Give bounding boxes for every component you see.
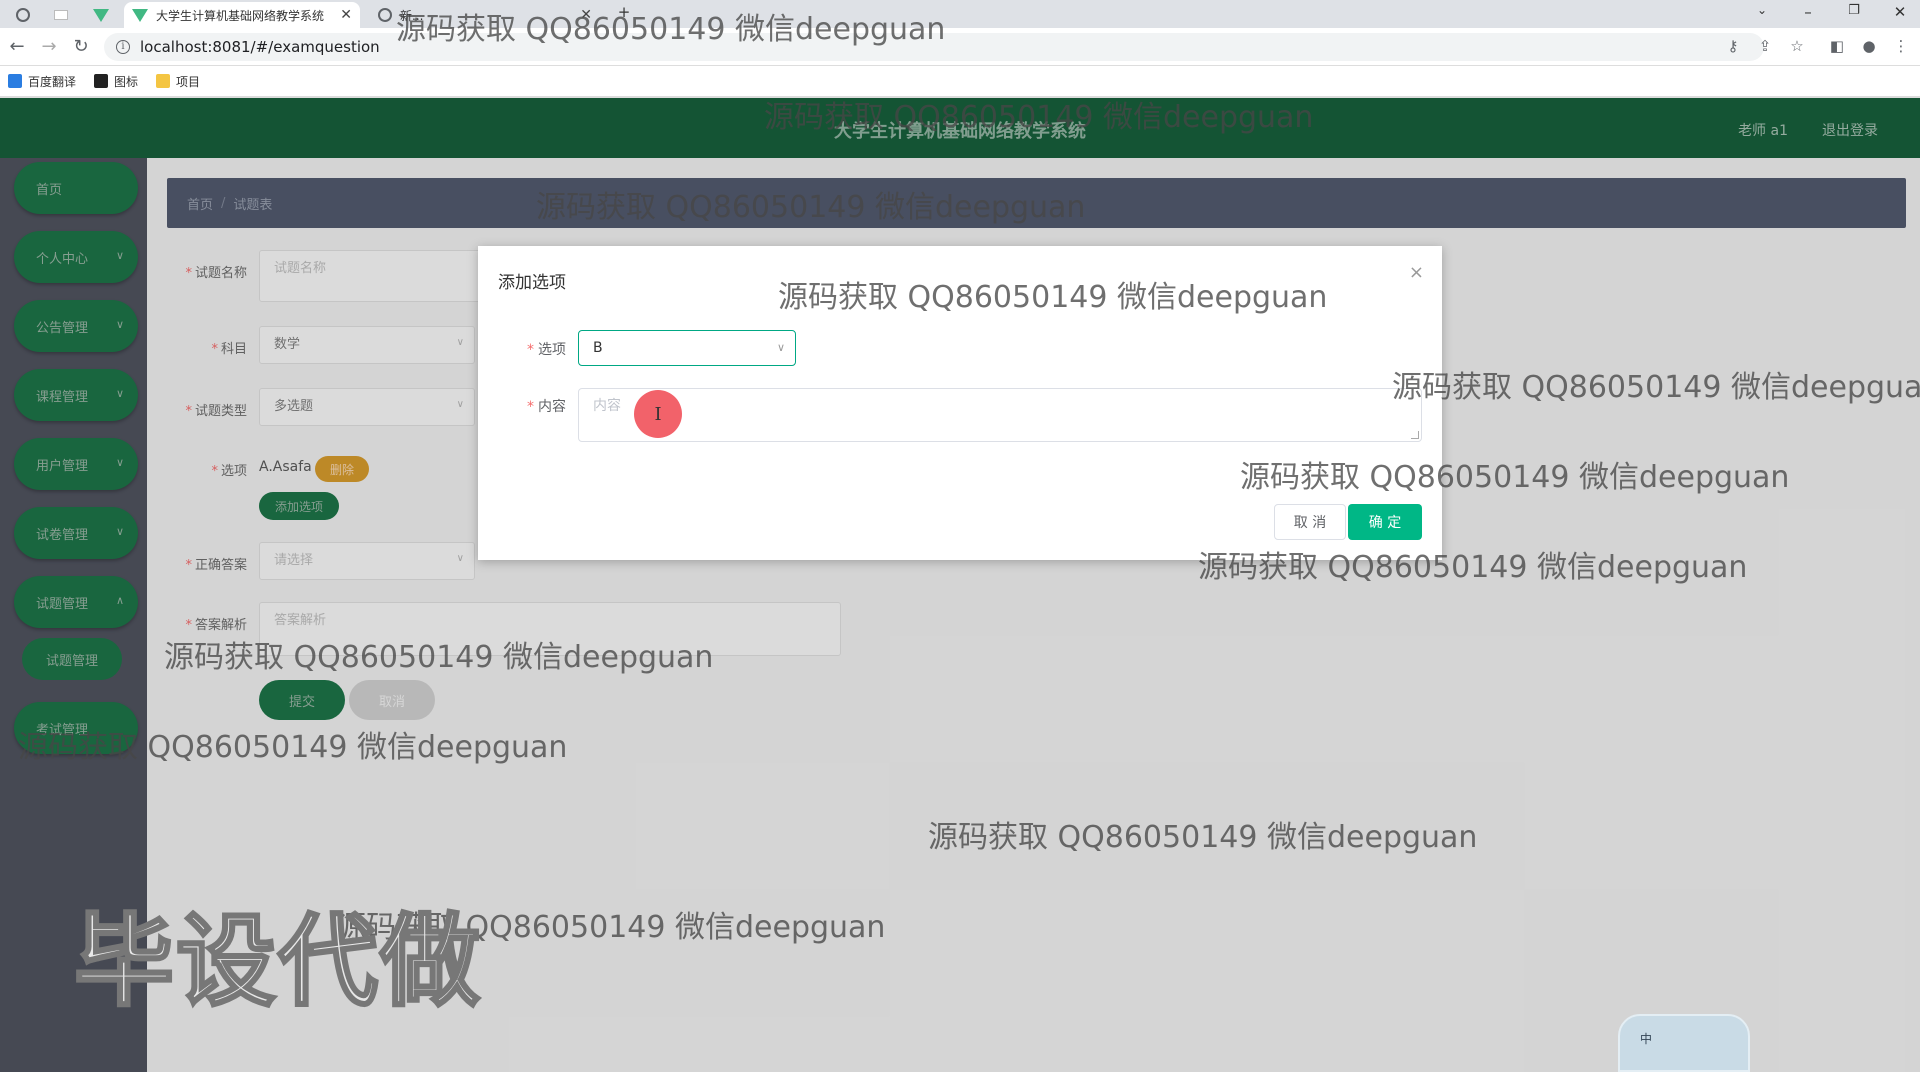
required-mark: * <box>527 342 534 358</box>
close-tab-icon[interactable]: ✕ <box>340 7 352 23</box>
dialog-label-option: * 选项 <box>486 339 566 359</box>
watermark: 源码获取 QQ86050149 微信deepguan <box>18 730 568 765</box>
watermark: 源码获取 QQ86050149 微信deepguan <box>764 100 1314 135</box>
forward-icon[interactable]: → <box>38 36 60 57</box>
option-letter-select[interactable]: B ∨ <box>578 330 796 366</box>
watermark: 源码获取 QQ86050149 微信deepguan <box>928 820 1478 855</box>
watermark: 源码获取 QQ86050149 微信deepguan <box>164 640 714 675</box>
minimize-icon[interactable]: – <box>1798 3 1818 21</box>
menu-icon[interactable]: ⋮ <box>1890 37 1912 55</box>
address-bar: ← → ↻ i localhost:8081/#/examquestion ⚷ … <box>0 28 1920 66</box>
text-cursor-icon: I <box>634 390 682 438</box>
globe-icon <box>16 8 30 22</box>
placeholder-text: 内容 <box>593 398 621 414</box>
share-icon[interactable]: ⇪ <box>1754 37 1776 55</box>
url-text: localhost:8081/#/examquestion <box>140 38 380 56</box>
key-icon[interactable]: ⚷ <box>1722 37 1744 55</box>
watermark: 源码获取 QQ86050149 微信deepguan <box>536 190 1086 225</box>
dialog-confirm-button[interactable]: 确 定 <box>1348 504 1422 540</box>
label-text: 内容 <box>538 399 566 415</box>
select-value: B <box>593 340 603 356</box>
label-text: 选项 <box>538 342 566 358</box>
bookmark-baidu-translate[interactable]: 百度翻译 <box>8 73 76 90</box>
side-panel-icon[interactable]: ◧ <box>1826 37 1848 55</box>
watermark: 源码获取 QQ86050149 微信deepguan <box>1198 550 1748 585</box>
folder-icon <box>156 74 171 88</box>
browser-tab-3[interactable] <box>86 2 116 28</box>
required-mark: * <box>527 399 534 415</box>
watermark: 源码获取 QQ86050149 微信deepguan <box>396 12 946 47</box>
chevron-down-icon: ∨ <box>776 341 785 354</box>
bookmark-label: 百度翻译 <box>28 74 77 89</box>
promo-overlay-text: 毕设代做 <box>73 902 482 1022</box>
info-icon[interactable]: i <box>116 40 130 54</box>
close-icon[interactable]: × <box>1409 262 1424 283</box>
browser-tab-1[interactable] <box>8 2 38 28</box>
watermark: 源码获取 QQ86050149 微信deepguan <box>1392 370 1920 405</box>
globe-icon <box>378 8 392 22</box>
tab-search-icon[interactable]: ⌄ <box>1752 3 1772 17</box>
resize-handle-icon[interactable] <box>1411 431 1419 439</box>
window-close-icon[interactable]: ✕ <box>1890 3 1910 21</box>
reload-icon[interactable]: ↻ <box>70 36 92 57</box>
image-icon <box>94 74 109 88</box>
translate-icon <box>8 74 22 88</box>
bookmark-label: 图标 <box>114 74 139 89</box>
page-icon <box>54 10 68 20</box>
vue-logo-icon <box>93 8 109 22</box>
browser-tab-2[interactable] <box>46 2 76 28</box>
browser-tab-active[interactable]: 大学生计算机基础网络教学系统 ✕ <box>124 2 360 28</box>
dialog-title: 添加选项 <box>498 273 566 293</box>
restore-icon[interactable]: ❐ <box>1844 3 1864 18</box>
dialog-cancel-button[interactable]: 取 消 <box>1274 504 1346 540</box>
watermark: 源码获取 QQ86050149 微信deepguan <box>778 280 1328 315</box>
ime-status-widget[interactable]: 中 <box>1618 1014 1750 1072</box>
star-icon[interactable]: ☆ <box>1786 37 1808 55</box>
vue-logo-icon <box>132 8 148 22</box>
option-content-textarea[interactable]: 内容 <box>578 388 1422 442</box>
bookmark-projects[interactable]: 项目 <box>156 73 200 90</box>
watermark: 源码获取 QQ86050149 微信deepguan <box>1240 460 1790 495</box>
back-icon[interactable]: ← <box>6 36 28 57</box>
profile-icon[interactable]: ● <box>1858 37 1880 55</box>
ime-mode-label: 中 <box>1640 1032 1653 1046</box>
tab-title: 大学生计算机基础网络教学系统 <box>156 8 325 23</box>
dialog-label-content: * 内容 <box>486 396 566 416</box>
bookmark-icons[interactable]: 图标 <box>94 73 138 90</box>
browser-tabstrip: 大学生计算机基础网络教学系统 ✕ 新... ✕ + ⌄ – ❐ ✕ <box>0 0 1920 28</box>
bookmark-label: 项目 <box>176 74 201 89</box>
